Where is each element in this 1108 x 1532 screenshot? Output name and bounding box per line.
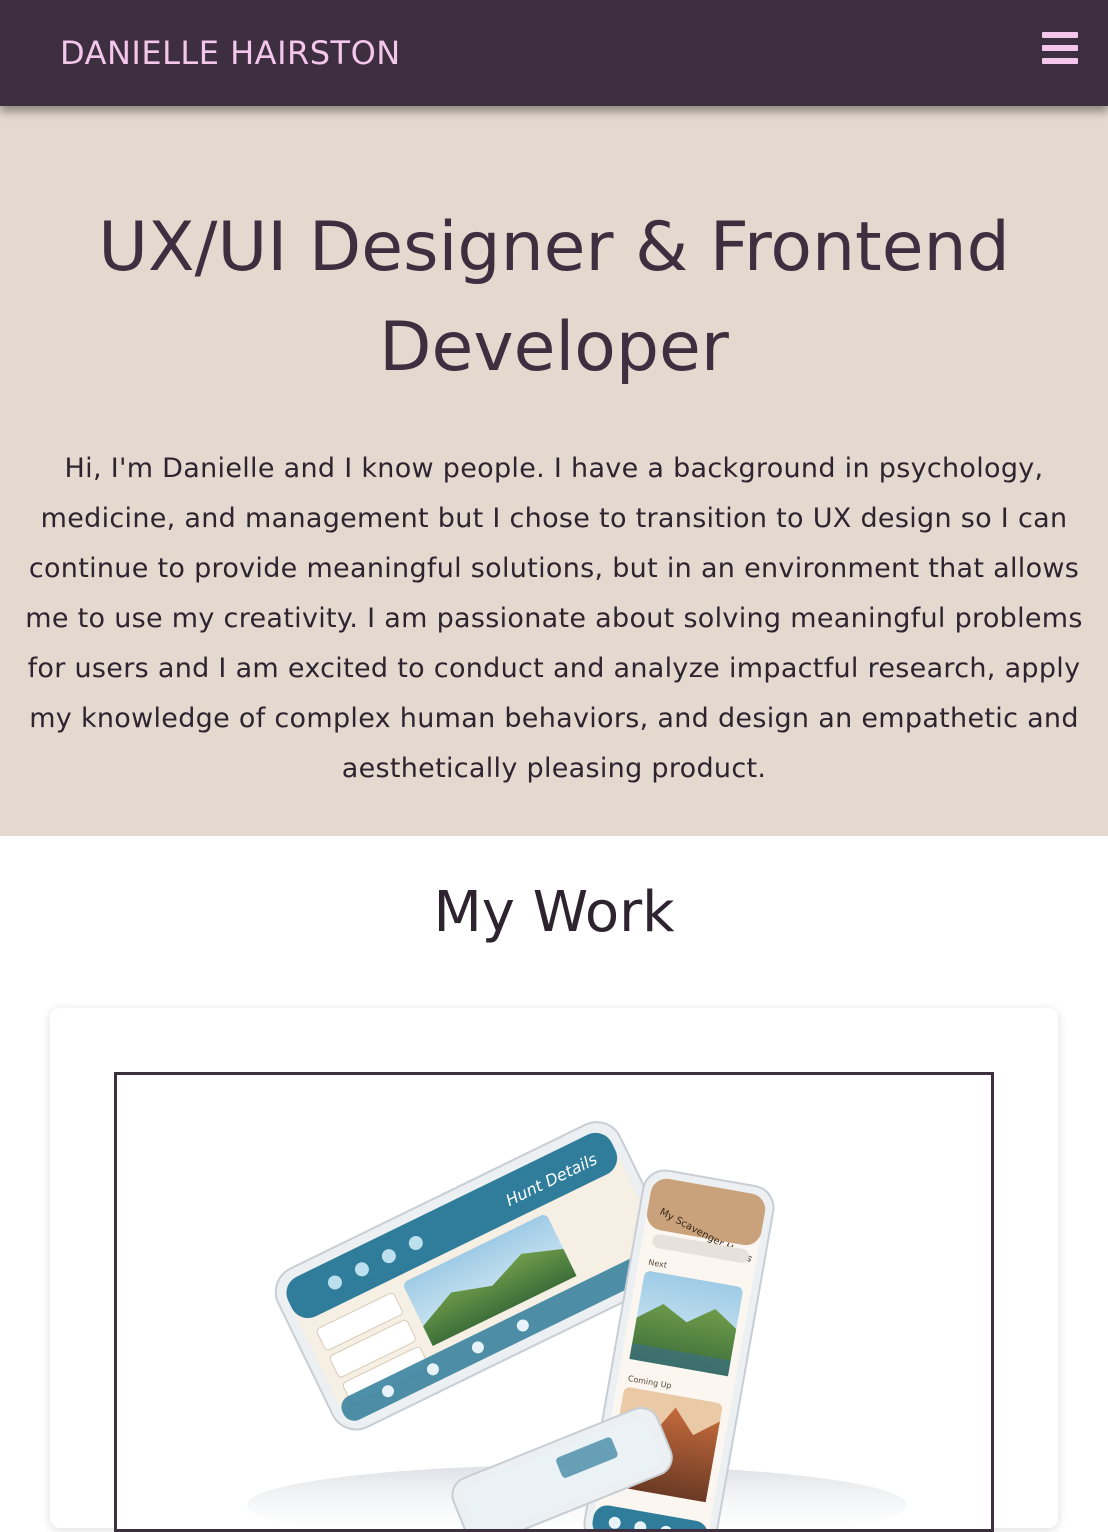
menu-line [1042,45,1078,51]
hero-title: UX/UI Designer & Frontend Developer [98,208,1010,387]
hero-intro-text: Hi, I'm Danielle and I know people. I ha… [25,453,1083,784]
hamburger-menu-icon[interactable] [1042,30,1078,66]
project-card[interactable]: Hunt Details My Scavenger Hunts Next Com… [50,1008,1058,1532]
menu-line [1042,58,1078,64]
scavenger-hunt-app-mockup-image: Hunt Details My Scavenger Hunts Next Com… [247,1121,907,1529]
top-navbar: DANIELLE HAIRSTON [0,0,1108,106]
menu-line [1042,32,1078,38]
my-work-heading: My Work [433,880,675,945]
hero-section: UX/UI Designer & Frontend Developer Hi, … [0,106,1108,836]
project-image-frame[interactable]: Hunt Details My Scavenger Hunts Next Com… [114,1072,994,1532]
brand-logo-link[interactable]: DANIELLE HAIRSTON [60,34,401,72]
